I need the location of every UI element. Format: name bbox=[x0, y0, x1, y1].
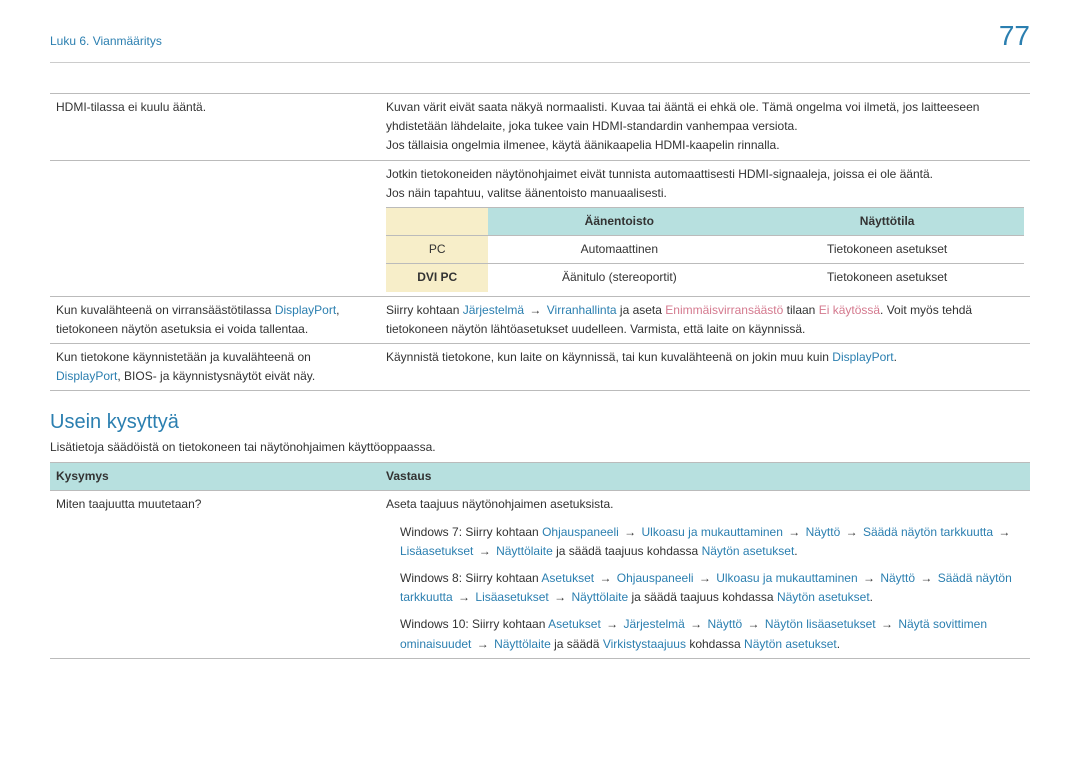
issue-cell bbox=[50, 160, 380, 296]
displayport-link: DisplayPort bbox=[275, 303, 336, 317]
page-number: 77 bbox=[999, 20, 1030, 52]
faq-row: Windows 10: Siirry kohtaan Asetukset → J… bbox=[50, 611, 1030, 658]
sub-display: Tietokoneen asetukset bbox=[750, 236, 1024, 264]
faq-description: Lisätietoja säädöistä on tietokoneen tai… bbox=[50, 440, 1030, 454]
faq-answer: Aseta taajuus näytönohjaimen asetuksista… bbox=[380, 491, 1030, 519]
divider bbox=[50, 62, 1030, 63]
solution-cell: Käynnistä tietokone, kun laite on käynni… bbox=[380, 343, 1030, 390]
sub-header-audio: Äänentoisto bbox=[488, 207, 750, 235]
paragraph: Jos tällaisia ongelmia ilmenee, käytä ää… bbox=[386, 136, 1024, 155]
faq-table: Kysymys Vastaus Miten taajuutta muutetaa… bbox=[50, 462, 1030, 659]
faq-answer-detail: Windows 10: Siirry kohtaan Asetukset → J… bbox=[380, 611, 1030, 658]
sub-row: DVI PC Äänitulo (stereoportit) Tietokone… bbox=[386, 264, 1024, 292]
paragraph: Kuvan värit eivät saata näkyä normaalist… bbox=[386, 98, 1024, 136]
faq-question: Miten taajuutta muutetaan? bbox=[50, 491, 380, 519]
sub-header-display: Näyttötila bbox=[750, 207, 1024, 235]
faq-answer-detail: Windows 7: Siirry kohtaan Ohjauspaneeli … bbox=[380, 519, 1030, 565]
faq-header-q: Kysymys bbox=[50, 463, 380, 491]
sub-row: PC Automaattinen Tietokoneen asetukset bbox=[386, 236, 1024, 264]
faq-answer-detail: Windows 8: Siirry kohtaan Asetukset → Oh… bbox=[380, 565, 1030, 611]
table-row: Kun tietokone käynnistetään ja kuvalähte… bbox=[50, 343, 1030, 390]
sub-audio: Äänitulo (stereoportit) bbox=[488, 264, 750, 292]
displayport-link: DisplayPort bbox=[832, 350, 893, 364]
table-row: HDMI-tilassa ei kuulu ääntä. Kuvan värit… bbox=[50, 94, 1030, 161]
solution-cell: Siirry kohtaan Järjestelmä → Virranhalli… bbox=[380, 296, 1030, 343]
breadcrumb: Luku 6. Vianmääritys bbox=[50, 34, 162, 48]
solution-cell: Jotkin tietokoneiden näytönohjaimet eivä… bbox=[380, 160, 1030, 296]
audio-sub-table: Äänentoisto Näyttötila PC Automaattinen … bbox=[386, 207, 1024, 292]
faq-row: Miten taajuutta muutetaan? Aseta taajuus… bbox=[50, 491, 1030, 519]
sub-label: DVI PC bbox=[386, 264, 488, 292]
issue-cell: Kun kuvalähteenä on virransäästötilassa … bbox=[50, 296, 380, 343]
issue-cell: Kun tietokone käynnistetään ja kuvalähte… bbox=[50, 343, 380, 390]
faq-header-a: Vastaus bbox=[380, 463, 1030, 491]
sub-header-empty bbox=[386, 207, 488, 235]
displayport-link: DisplayPort bbox=[56, 369, 117, 383]
faq-row: Windows 8: Siirry kohtaan Asetukset → Oh… bbox=[50, 565, 1030, 611]
table-row: Kun kuvalähteenä on virransäästötilassa … bbox=[50, 296, 1030, 343]
sub-audio: Automaattinen bbox=[488, 236, 750, 264]
faq-row: Windows 7: Siirry kohtaan Ohjauspaneeli … bbox=[50, 519, 1030, 565]
faq-heading: Usein kysyttyä bbox=[50, 411, 1030, 434]
solution-cell: Kuvan värit eivät saata näkyä normaalist… bbox=[380, 94, 1030, 161]
paragraph: Jos näin tapahtuu, valitse äänentoisto m… bbox=[386, 184, 1024, 203]
sub-display: Tietokoneen asetukset bbox=[750, 264, 1024, 292]
issue-cell: HDMI-tilassa ei kuulu ääntä. bbox=[50, 94, 380, 161]
troubleshooting-table: HDMI-tilassa ei kuulu ääntä. Kuvan värit… bbox=[50, 93, 1030, 391]
table-row: Jotkin tietokoneiden näytönohjaimet eivä… bbox=[50, 160, 1030, 296]
sub-label: PC bbox=[386, 236, 488, 264]
paragraph: Jotkin tietokoneiden näytönohjaimet eivä… bbox=[386, 165, 1024, 184]
